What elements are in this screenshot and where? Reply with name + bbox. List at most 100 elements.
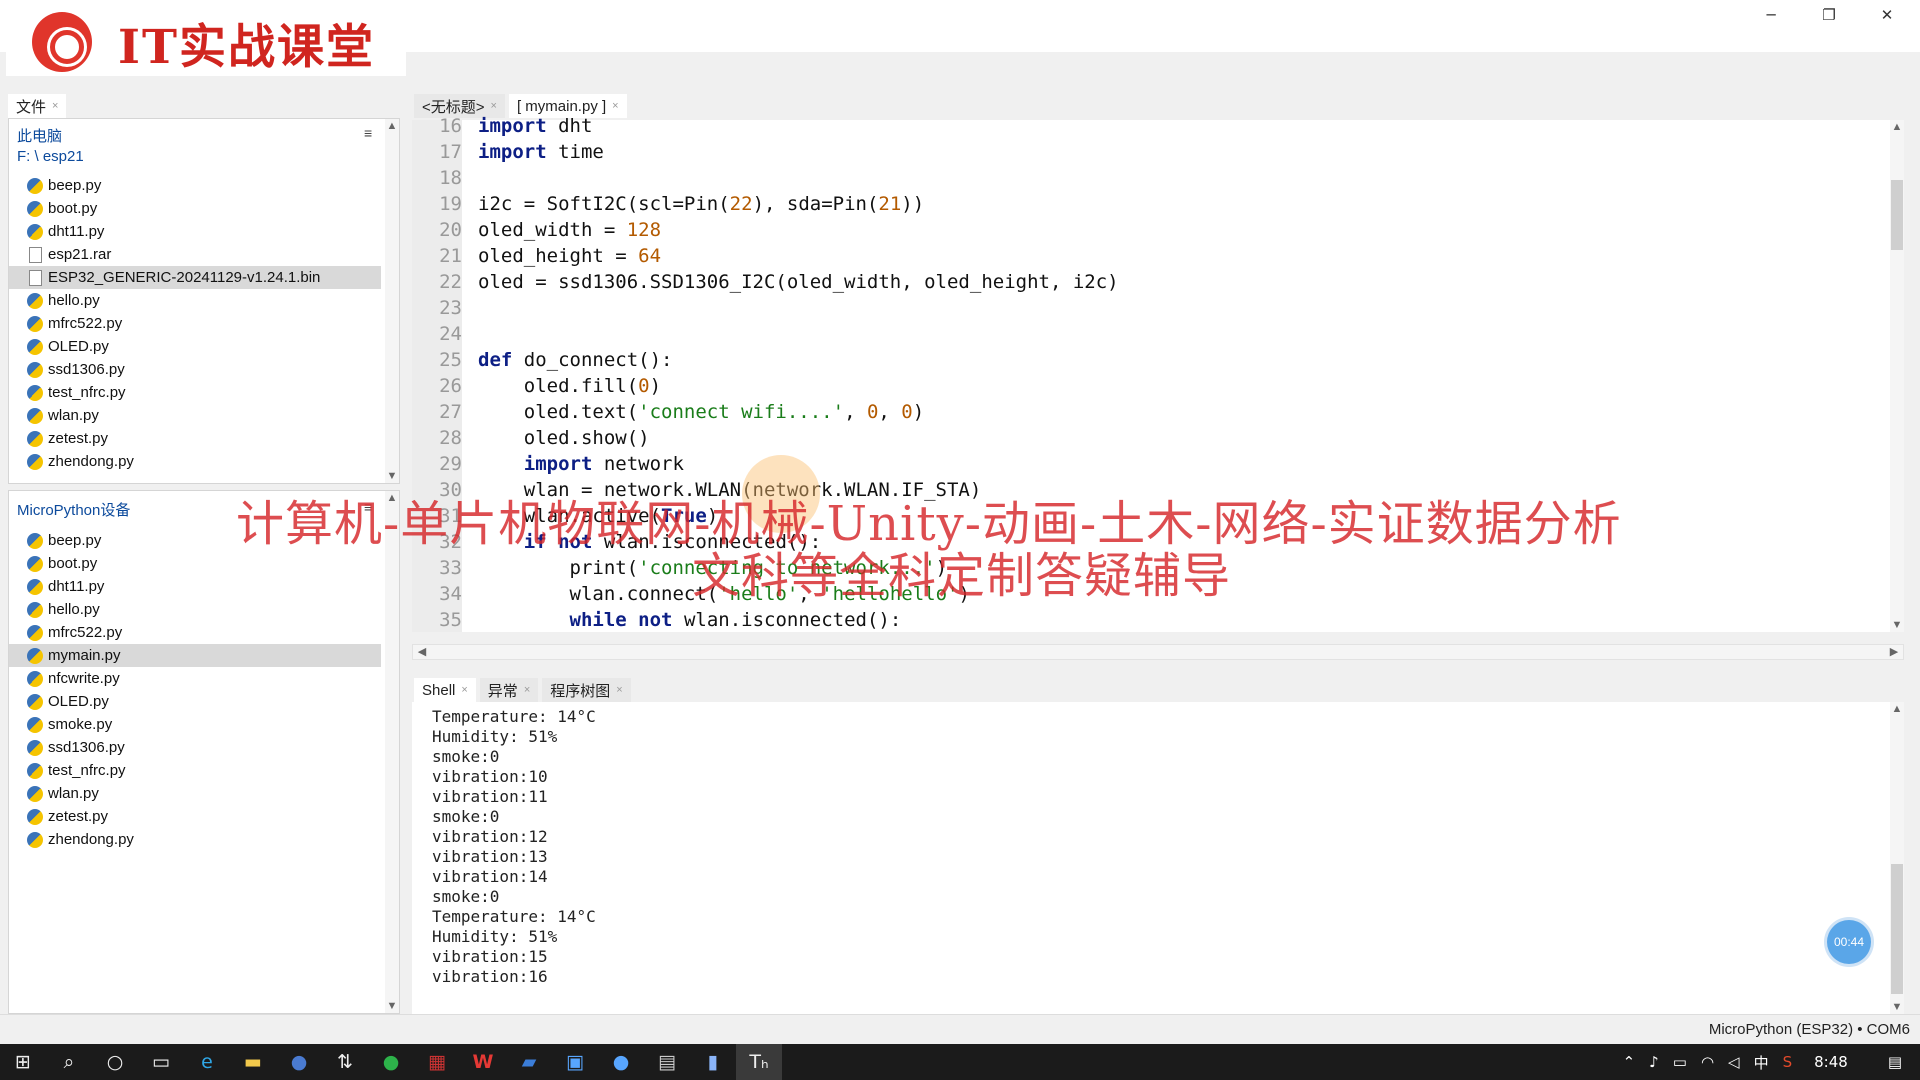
scroll-up-icon[interactable]: ▲ <box>1890 120 1904 134</box>
app-icon[interactable]: ● <box>598 1044 644 1080</box>
tab[interactable]: 程序树图 × <box>542 678 631 702</box>
search-icon[interactable]: ⌕ <box>46 1044 92 1080</box>
file-item[interactable]: dht11.py <box>9 220 381 243</box>
device-scrollbar[interactable]: ▲ ▼ <box>385 491 399 1013</box>
app-icon[interactable]: ▤ <box>644 1044 690 1080</box>
task-view-icon[interactable]: ▭ <box>138 1044 184 1080</box>
file-item[interactable]: test_nfrc.py <box>9 759 381 782</box>
file-item[interactable]: OLED.py <box>9 335 381 358</box>
app-tray-icon[interactable]: S <box>1783 1053 1793 1071</box>
file-item[interactable]: ssd1306.py <box>9 358 381 381</box>
tab-files[interactable]: 文件 × <box>8 94 67 118</box>
file-item[interactable]: esp21.rar <box>9 243 381 266</box>
file-icon <box>29 269 42 286</box>
scroll-down-icon[interactable]: ▼ <box>385 469 399 483</box>
file-item[interactable]: zhendong.py <box>9 450 381 473</box>
app-icon[interactable]: ● <box>368 1044 414 1080</box>
close-button[interactable]: ✕ <box>1858 0 1916 30</box>
line-number: 25 <box>439 349 462 371</box>
scroll-left-icon[interactable]: ◀ <box>415 645 429 659</box>
code-line[interactable]: def do_connect(): <box>478 347 672 373</box>
tab[interactable]: 异常 × <box>479 678 539 702</box>
battery-icon[interactable]: ▭ <box>1673 1053 1687 1071</box>
file-item[interactable]: beep.py <box>9 174 381 197</box>
close-icon[interactable]: × <box>616 684 622 696</box>
app-icon[interactable]: ⇅ <box>322 1044 368 1080</box>
menu-icon[interactable]: ≡ <box>364 125 372 141</box>
close-icon[interactable]: × <box>524 684 530 696</box>
file-item[interactable]: zetest.py <box>9 805 381 828</box>
editor-vscrollbar[interactable]: ▲ ▼ <box>1890 120 1904 632</box>
code-line[interactable]: oled.show() <box>478 425 650 451</box>
close-icon[interactable]: × <box>461 684 467 696</box>
cortana-icon[interactable]: ○ <box>92 1044 138 1080</box>
code-line[interactable]: i2c = SoftI2C(scl=Pin(22), sda=Pin(21)) <box>478 191 924 217</box>
app-icon[interactable]: ● <box>276 1044 322 1080</box>
file-item[interactable]: zetest.py <box>9 427 381 450</box>
local-scrollbar[interactable]: ▲ ▼ <box>385 119 399 483</box>
code-line[interactable]: oled_width = 128 <box>478 217 661 243</box>
wifi-icon[interactable]: ◠ <box>1701 1053 1714 1071</box>
interpreter-status[interactable]: MicroPython (ESP32) • COM6 <box>1709 1021 1910 1038</box>
recording-timer[interactable]: 00:44 <box>1827 920 1871 964</box>
app-icon[interactable]: ▦ <box>414 1044 460 1080</box>
tray-chevron-icon[interactable]: ⌃ <box>1623 1053 1636 1071</box>
restore-button[interactable]: ❐ <box>1800 0 1858 30</box>
clock[interactable]: 8:48 <box>1814 1053 1848 1071</box>
code-line[interactable]: oled.text('connect wifi....', 0, 0) <box>478 399 924 425</box>
file-item[interactable]: smoke.py <box>9 713 381 736</box>
file-item[interactable]: mymain.py <box>9 644 381 667</box>
scroll-down-icon[interactable]: ▼ <box>385 999 399 1013</box>
file-item[interactable]: ESP32_GENERIC-20241129-v1.24.1.bin <box>9 266 381 289</box>
tab[interactable]: Shell × <box>414 678 476 702</box>
file-item[interactable]: OLED.py <box>9 690 381 713</box>
scroll-thumb[interactable] <box>1891 864 1903 994</box>
file-item[interactable]: zhendong.py <box>9 828 381 851</box>
line-number: 17 <box>439 141 462 163</box>
file-item[interactable]: dht11.py <box>9 575 381 598</box>
close-icon[interactable]: × <box>612 100 618 112</box>
file-item[interactable]: ssd1306.py <box>9 736 381 759</box>
scroll-thumb[interactable] <box>1891 180 1903 250</box>
code-line[interactable]: oled.fill(0) <box>478 373 661 399</box>
scroll-up-icon[interactable]: ▲ <box>385 119 399 133</box>
scroll-up-icon[interactable]: ▲ <box>1890 702 1904 716</box>
file-item[interactable]: hello.py <box>9 598 381 621</box>
file-item[interactable]: mfrc522.py <box>9 621 381 644</box>
editor-hscrollbar[interactable]: ◀ ▶ <box>412 644 1904 660</box>
close-icon[interactable]: × <box>52 100 58 112</box>
thonny-icon[interactable]: Tₕ <box>736 1044 782 1080</box>
app-icon[interactable]: ▣ <box>552 1044 598 1080</box>
scroll-down-icon[interactable]: ▼ <box>1890 618 1904 632</box>
minimize-button[interactable]: ─ <box>1742 0 1800 30</box>
file-item[interactable]: hello.py <box>9 289 381 312</box>
scroll-down-icon[interactable]: ▼ <box>1890 1000 1904 1014</box>
file-item[interactable]: wlan.py <box>9 404 381 427</box>
code-line[interactable]: import dht <box>478 113 592 139</box>
microphone-icon[interactable]: ♪ <box>1649 1053 1659 1071</box>
file-item[interactable]: wlan.py <box>9 782 381 805</box>
file-item[interactable]: boot.py <box>9 197 381 220</box>
volume-icon[interactable]: ◁ <box>1728 1053 1740 1071</box>
code-line[interactable]: oled = ssd1306.SSD1306_I2C(oled_width, o… <box>478 269 1119 295</box>
close-icon[interactable]: × <box>491 100 497 112</box>
start-icon[interactable]: ⊞ <box>0 1044 46 1080</box>
shell-scrollbar[interactable]: ▲ ▼ <box>1890 702 1904 1014</box>
shell-output[interactable] <box>412 702 1890 1014</box>
edge-icon[interactable]: e <box>184 1044 230 1080</box>
file-item[interactable]: boot.py <box>9 552 381 575</box>
ime-indicator[interactable]: 中 <box>1754 1052 1769 1073</box>
app-icon[interactable]: ▰ <box>506 1044 552 1080</box>
file-item[interactable]: test_nfrc.py <box>9 381 381 404</box>
wps-icon[interactable]: W <box>460 1044 506 1080</box>
file-item[interactable]: mfrc522.py <box>9 312 381 335</box>
code-line[interactable]: import network <box>478 451 684 477</box>
notification-icon[interactable]: ▤ <box>1888 1053 1902 1071</box>
explorer-icon[interactable]: ▬ <box>230 1044 276 1080</box>
file-item[interactable]: nfcwrite.py <box>9 667 381 690</box>
app-icon[interactable]: ▮ <box>690 1044 736 1080</box>
code-line[interactable]: while not wlan.isconnected(): <box>478 607 902 633</box>
code-line[interactable]: oled_height = 64 <box>478 243 661 269</box>
scroll-right-icon[interactable]: ▶ <box>1887 645 1901 659</box>
code-line[interactable]: import time <box>478 139 604 165</box>
